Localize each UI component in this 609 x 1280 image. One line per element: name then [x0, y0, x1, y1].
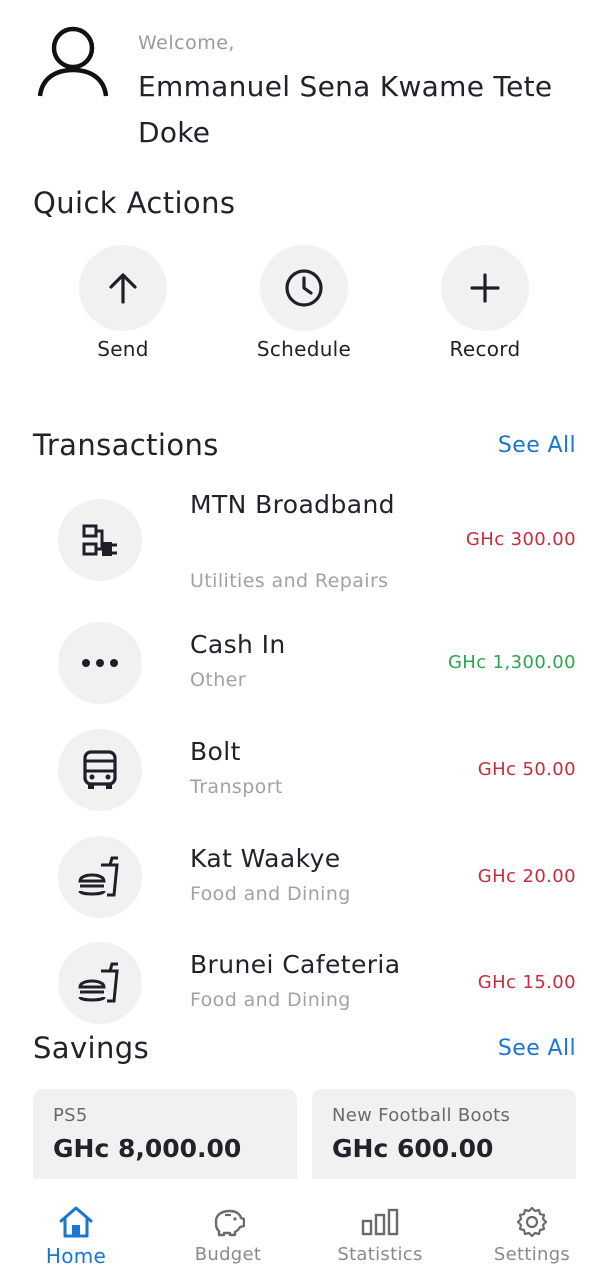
transaction-category: Food and Dining	[190, 883, 351, 905]
send-label: Send	[97, 337, 149, 361]
arrow-up-icon	[109, 273, 137, 304]
bottom-nav: Home Budget Statistics Settings	[0, 1180, 609, 1280]
bus-icon	[58, 729, 142, 811]
savings-goal-amount: GHc 8,000.00	[53, 1134, 242, 1163]
savings-card[interactable]: New Football Boots GHc 600.00	[312, 1089, 576, 1179]
transaction-row[interactable]: Kat Waakye Food and Dining GHc 20.00	[58, 836, 576, 922]
welcome-text: Welcome,	[138, 32, 235, 54]
savings-goal-name: PS5	[53, 1105, 88, 1126]
clock-icon	[285, 269, 323, 307]
transaction-row[interactable]: MTN Broadband Utilities and Repairs GHc …	[58, 484, 576, 604]
piggy-bank-icon	[168, 1204, 288, 1240]
quick-actions-title: Quick Actions	[33, 186, 236, 220]
transaction-category: Utilities and Repairs	[190, 570, 389, 592]
schedule-icon-circle[interactable]	[260, 245, 348, 331]
savings-title: Savings	[33, 1031, 150, 1065]
nav-item-home[interactable]: Home	[16, 1204, 136, 1268]
transaction-row[interactable]: Cash In Other GHc 1,300.00	[58, 622, 576, 708]
record-button[interactable]: Record	[420, 245, 550, 361]
fastfood-icon	[58, 942, 142, 1024]
transaction-amount: GHc 20.00	[477, 866, 576, 887]
transaction-amount: GHc 15.00	[477, 972, 576, 993]
fastfood-icon	[58, 836, 142, 918]
nav-label: Budget	[194, 1244, 262, 1265]
nav-item-budget[interactable]: Budget	[168, 1204, 288, 1265]
user-name: Emmanuel Sena Kwame Tete Doke	[138, 70, 553, 149]
transaction-name: Cash In	[190, 630, 286, 659]
gear-icon	[472, 1204, 592, 1240]
transaction-row[interactable]: Bolt Transport GHc 50.00	[58, 729, 576, 815]
transaction-name: MTN Broadband	[190, 490, 395, 519]
schedule-button[interactable]: Schedule	[239, 245, 369, 361]
header: Welcome, Emmanuel Sena Kwame Tete Doke	[36, 26, 596, 156]
record-icon-circle[interactable]	[441, 245, 529, 331]
transaction-category: Transport	[190, 776, 283, 798]
savings-goal-name: New Football Boots	[332, 1105, 511, 1126]
send-icon-circle[interactable]	[79, 245, 167, 331]
nav-label: Settings	[493, 1244, 571, 1265]
user-icon[interactable]	[36, 26, 110, 102]
transaction-name: Kat Waakye	[190, 844, 341, 873]
record-label: Record	[449, 337, 521, 361]
transaction-row[interactable]: Brunei Cafeteria Food and Dining GHc 15.…	[58, 942, 576, 1028]
transaction-amount: GHc 1,300.00	[447, 652, 576, 673]
transaction-amount: GHc 300.00	[465, 529, 576, 550]
transaction-amount: GHc 50.00	[477, 759, 576, 780]
plus-icon	[470, 273, 500, 303]
transaction-name: Brunei Cafeteria	[190, 950, 401, 979]
nav-item-statistics[interactable]: Statistics	[320, 1204, 440, 1265]
send-button[interactable]: Send	[58, 245, 188, 361]
transaction-category: Food and Dining	[190, 989, 351, 1011]
nav-label: Statistics	[337, 1244, 423, 1265]
nav-item-settings[interactable]: Settings	[472, 1204, 592, 1265]
transaction-category: Other	[190, 669, 246, 691]
savings-goal-amount: GHc 600.00	[332, 1134, 494, 1163]
transactions-title: Transactions	[33, 428, 219, 462]
nav-label: Home	[45, 1244, 107, 1268]
transaction-name: Bolt	[190, 737, 241, 766]
transactions-see-all-link[interactable]: See All	[498, 433, 576, 458]
bar-chart-icon	[320, 1204, 440, 1240]
home-icon	[16, 1204, 136, 1240]
savings-see-all-link[interactable]: See All	[498, 1036, 576, 1061]
schedule-label: Schedule	[256, 337, 352, 361]
more-dots-icon	[58, 622, 142, 704]
savings-card[interactable]: PS5 GHc 8,000.00	[33, 1089, 297, 1179]
plug-icon	[58, 499, 142, 581]
